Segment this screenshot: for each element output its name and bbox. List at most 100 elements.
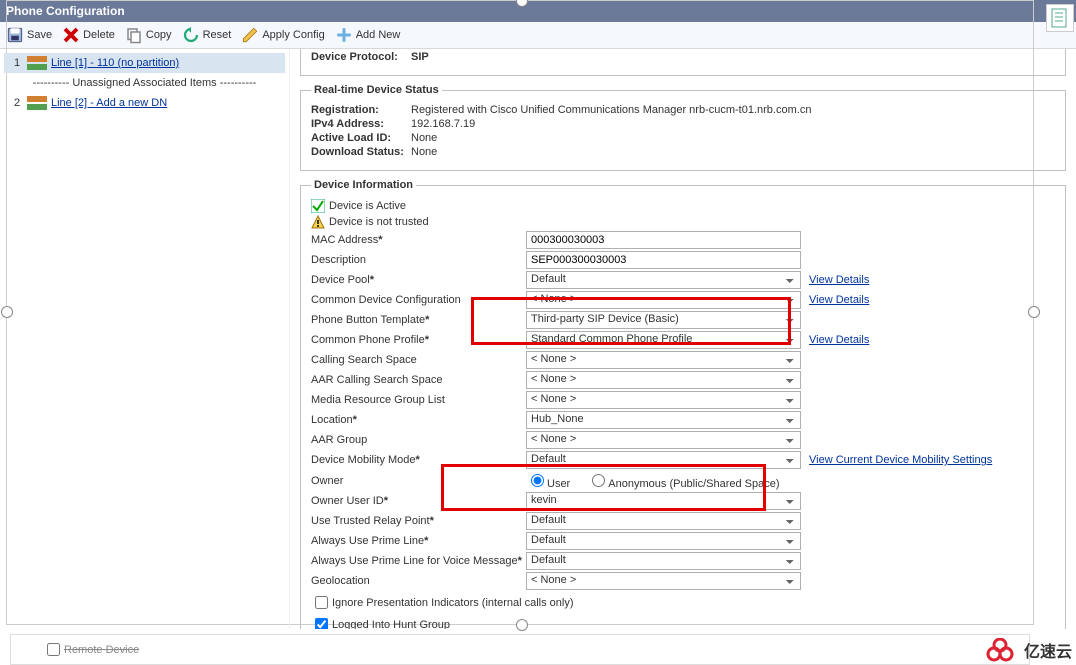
warning-icon [311,215,325,229]
cdc-select[interactable]: < None > [526,291,801,309]
cdc-label: Common Device Configuration [311,294,526,306]
owner-label: Owner [311,475,526,487]
sidebar: 1 Line [1] - 110 (no partition) --------… [0,49,290,629]
cpp-label: Common Phone Profile [311,334,425,346]
copy-icon [125,26,143,44]
aupl-select[interactable]: Default [526,532,801,550]
remote-device-bottom-label: Remote Device [64,644,139,656]
ownerid-combo[interactable]: kevin [526,492,801,510]
side-icon-right[interactable] [1046,4,1074,32]
device-active-text: Device is Active [329,200,406,212]
css-label: Calling Search Space [311,354,526,366]
ignore-presentation-label: Ignore Presentation Indicators (internal… [332,597,574,609]
pool-label: Device Pool [311,274,370,286]
mac-label: MAC Address [311,234,378,246]
owner-anon-label: Anonymous (Public/Shared Space) [608,478,779,490]
copy-label: Copy [146,29,172,41]
dmm-select[interactable]: Default [526,451,801,469]
auplvm-label: Always Use Prime Line for Voice Message [311,555,518,567]
owner-user-radio[interactable] [531,474,544,487]
aupl-label: Always Use Prime Line [311,535,424,547]
bottom-strip: Remote Device [10,634,1030,665]
pbt-select[interactable]: Third-party SIP Device (Basic) [526,311,801,329]
line-icon [27,56,47,70]
row-num-1: 1 [7,57,27,69]
devinfo-legend: Device Information [311,179,416,191]
delete-button[interactable]: Delete [62,26,115,44]
brand-text: 亿速云 [1024,638,1072,662]
desc-label: Description [311,254,526,266]
protocol-row: Device Protocol: SIP [300,49,1066,76]
save-icon [6,26,24,44]
reg-l: Registration: [311,104,411,116]
pool-select[interactable]: Default [526,271,801,289]
loc-label: Location [311,414,353,426]
utrp-select[interactable]: Default [526,512,801,530]
owner-anon-radio[interactable] [592,474,605,487]
document-icon [1051,8,1069,28]
apply-config-button[interactable]: Apply Config [241,26,324,44]
add-new-button[interactable]: Add New [335,26,401,44]
cdc-view-details[interactable]: View Details [809,294,869,306]
brand-icon [986,638,1020,662]
save-button[interactable]: Save [6,26,52,44]
aar-select[interactable]: < None > [526,371,801,389]
loc-select[interactable]: Hub_None [526,411,801,429]
utrp-label: Use Trusted Relay Point [311,515,430,527]
geo-select[interactable]: < None > [526,572,801,590]
device-information: Device Information Device is Active Devi… [300,179,1066,629]
delete-icon [62,26,80,44]
desc-input[interactable] [526,251,801,269]
sidebar-line-2[interactable]: 2 Line [2] - Add a new DN [4,93,285,113]
device-not-trusted-text: Device is not trusted [329,216,429,228]
cpp-view-details[interactable]: View Details [809,334,869,346]
reset-icon [182,26,200,44]
ipv4-v: 192.168.7.19 [411,118,475,130]
addnew-label: Add New [356,29,401,41]
css-select[interactable]: < None > [526,351,801,369]
reg-v: Registered with Cisco Unified Communicat… [411,104,811,116]
device-not-trusted-row: Device is not trusted [311,215,1055,229]
device-active-row: Device is Active [311,199,1055,213]
auplvm-select[interactable]: Default [526,552,801,570]
mrgl-select[interactable]: < None > [526,391,801,409]
mac-input[interactable] [526,231,801,249]
aarg-label: AAR Group [311,434,526,446]
hunt-group-cb[interactable] [315,618,328,629]
brand-watermark: 亿速云 [986,638,1072,662]
ignore-presentation-cb[interactable] [315,596,328,609]
add-icon [335,26,353,44]
apply-icon [241,26,259,44]
aar-label: AAR Calling Search Space [311,374,526,386]
pool-view-details[interactable]: View Details [809,274,869,286]
line1-link[interactable]: Line [1] - 110 (no partition) [51,57,179,69]
hunt-group-label: Logged Into Hunt Group [332,619,450,630]
toolbar: Save Delete Copy Reset Apply Config Add … [0,22,1076,49]
geo-label: Geolocation [311,575,526,587]
ipv4-l: IPv4 Address: [311,118,411,130]
dl-l: Download Status: [311,146,411,158]
dmm-label: Device Mobility Mode [311,454,416,466]
line2-link[interactable]: Line [2] - Add a new DN [51,97,167,109]
row-num-2: 2 [7,97,27,109]
protocol-value: SIP [411,51,429,63]
protocol-label: Device Protocol: [311,51,411,63]
line-icon [27,96,47,110]
aarg-select[interactable]: < None > [526,431,801,449]
aload-v: None [411,132,437,144]
remote-device-cb-bottom[interactable] [47,643,60,656]
dmm-view-mobility[interactable]: View Current Device Mobility Settings [809,454,992,466]
aload-l: Active Load ID: [311,132,411,144]
cpp-select[interactable]: Standard Common Phone Profile [526,331,801,349]
reset-button[interactable]: Reset [182,26,232,44]
page-title: Phone Configuration [0,0,1076,22]
copy-button[interactable]: Copy [125,26,172,44]
pbt-label: Phone Button Template [311,314,425,326]
apply-label: Apply Config [262,29,324,41]
delete-label: Delete [83,29,115,41]
reset-label: Reset [203,29,232,41]
mrgl-label: Media Resource Group List [311,394,526,406]
sidebar-line-1[interactable]: 1 Line [1] - 110 (no partition) [4,53,285,73]
save-label: Save [27,29,52,41]
dl-v: None [411,146,437,158]
